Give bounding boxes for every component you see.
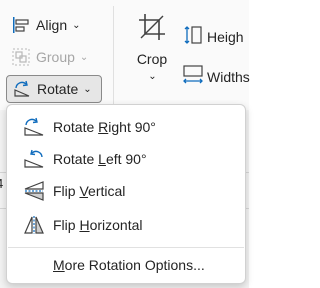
chevron-down-icon: ⌄ — [72, 19, 81, 31]
menu-item-label: Rotate Right 90° — [53, 119, 156, 135]
align-icon — [10, 14, 32, 36]
menu-item-flip-horizontal[interactable]: Flip Horizontal — [7, 209, 245, 241]
menu-separator — [8, 247, 244, 248]
height-control[interactable]: Heigh — [182, 24, 244, 49]
width-label: Widths — [207, 68, 250, 85]
crop-button[interactable]: Crop ⌄ — [124, 12, 180, 82]
menu-item-rotate-left[interactable]: Rotate Left 90° — [7, 143, 245, 175]
flip-horizontal-icon — [21, 214, 47, 236]
group-label: Group — [36, 49, 75, 65]
ribbon: Align ⌄ Group ⌄ Rotate ⌄ Crop ⌄ Heigh Wi… — [0, 0, 250, 110]
ruler-number: 4 — [0, 176, 3, 191]
menu-item-rotate-right[interactable]: Rotate Right 90° — [7, 111, 245, 143]
menu-item-more-rotation-options[interactable]: More Rotation Options... — [7, 249, 245, 281]
width-control[interactable]: Widths — [182, 64, 250, 89]
height-label: Heigh — [207, 28, 244, 45]
chevron-down-icon: ⌄ — [148, 71, 157, 82]
align-button[interactable]: Align ⌄ — [10, 14, 81, 36]
rotate-menu: Rotate Right 90° Rotate Left 90° Flip Ve… — [6, 104, 246, 284]
chevron-down-icon: ⌄ — [83, 83, 92, 95]
rotate-icon — [11, 78, 33, 100]
crop-icon — [124, 12, 180, 45]
rotate-label: Rotate — [37, 81, 79, 97]
rotate-left-icon — [21, 148, 47, 170]
group-button[interactable]: Group ⌄ — [10, 46, 88, 68]
menu-item-flip-vertical[interactable]: Flip Vertical — [7, 175, 245, 207]
width-icon — [182, 64, 204, 89]
flip-vertical-icon — [21, 180, 47, 202]
menu-item-label: Flip Vertical — [53, 183, 126, 199]
chevron-down-icon: ⌄ — [79, 51, 89, 63]
rotate-right-icon — [21, 116, 47, 138]
ribbon-divider — [113, 6, 114, 104]
menu-item-label: Rotate Left 90° — [53, 151, 147, 167]
menu-item-label: More Rotation Options... — [53, 257, 205, 273]
group-icon — [10, 46, 32, 68]
rotate-button[interactable]: Rotate ⌄ — [6, 75, 102, 103]
align-label: Align — [36, 17, 68, 33]
crop-label: Crop — [136, 51, 168, 67]
height-icon — [182, 24, 204, 49]
menu-item-label: Flip Horizontal — [53, 217, 143, 233]
